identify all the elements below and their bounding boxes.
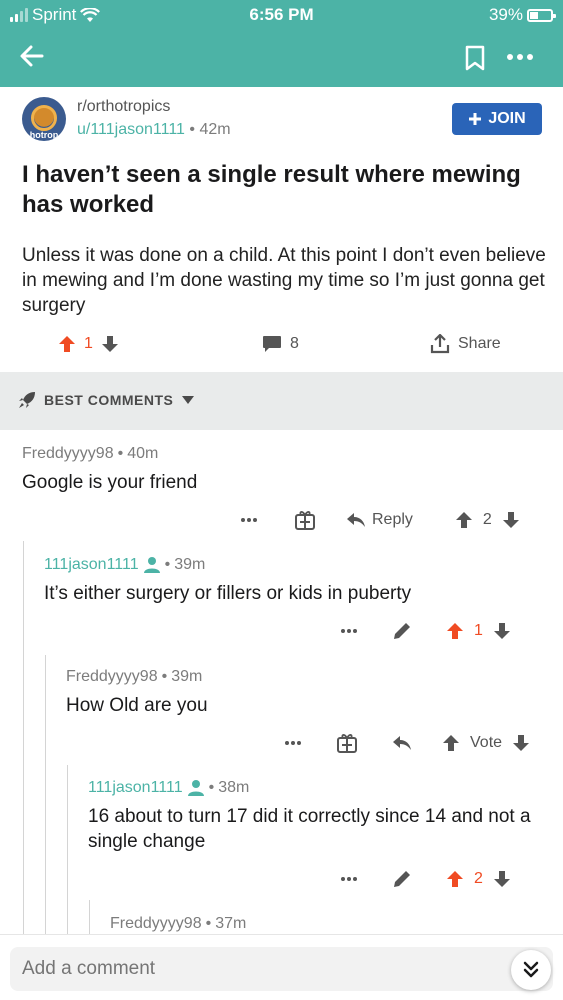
share-label: Share [458,335,501,352]
post-author-line: u/111jason1111 • 42m [77,121,231,138]
edit-icon[interactable] [392,621,412,641]
plus-icon [469,113,482,125]
upvote-icon[interactable] [446,870,464,888]
downvote-icon[interactable] [493,622,511,640]
award-icon[interactable] [336,732,358,754]
reply-icon[interactable] [392,735,412,751]
comment-actions: Reply 2 [240,507,520,533]
join-button[interactable]: JOIN [452,103,542,135]
more-icon[interactable] [340,628,358,634]
reply-button[interactable]: Reply [372,511,413,529]
sort-label: BEST COMMENTS [44,392,174,408]
thread-line [67,765,68,934]
upvote-icon[interactable] [442,734,460,752]
comment-age: 40m [127,445,159,462]
comment-author[interactable]: Freddyyyy98 [66,668,158,686]
post-vote-count: 1 [84,335,93,352]
comment: Freddyyyy98 • 40m Google is your friend [22,445,542,495]
comment-actions: 1 [340,618,511,644]
comment: 111jason1111 • 39m It’s either surgery o… [44,556,544,606]
post-title: I haven’t seen a single result where mew… [22,161,521,218]
comment-text: Google is your friend [22,472,198,493]
upvote-icon[interactable] [58,335,76,353]
more-icon[interactable] [284,740,302,746]
thread-line [45,655,46,934]
downvote-icon[interactable] [502,511,520,529]
post-comment-count: 8 [290,335,299,352]
comment-vote-count: 2 [474,870,483,887]
comment-text: How Old are you [66,695,208,716]
comment-author[interactable]: 111jason1111 [44,556,139,574]
comment: Freddyyyy98 • 37m [110,915,247,933]
comment-author[interactable]: Freddyyyy98 [110,915,202,933]
comment-actions: 2 [340,866,511,892]
battery: 39% [488,5,556,25]
op-user-icon [143,557,160,573]
vote-label: Vote [470,734,503,751]
post-comments-button[interactable]: 8 [262,330,299,358]
upvote-icon[interactable] [455,511,473,529]
top-bar: Sprint 6:56 PM 39% [0,0,563,87]
post-vote: 1 [58,330,119,358]
share-button[interactable]: Share [430,330,501,358]
comment-vote-count: 2 [482,511,492,528]
subreddit-name[interactable]: r/orthotropics [77,98,170,116]
post-age: 42m [199,121,231,138]
comment-text: It’s either surgery or fillers or kids i… [44,583,412,604]
downvote-icon[interactable] [512,734,530,752]
subreddit-avatar[interactable]: hotrop [22,97,66,141]
chevron-down-icon [182,396,195,404]
comment-icon [263,336,281,352]
comment-author[interactable]: 111jason1111 [88,779,183,797]
downvote-icon[interactable] [101,335,119,353]
share-icon [430,334,450,354]
rocket-icon [19,392,35,408]
battery-percent: 39% [488,5,523,24]
comment-age: 38m [218,779,250,796]
status-time: 6:56 PM [249,5,314,24]
comment-actions: Vote [284,730,530,756]
bookmark-icon[interactable] [464,45,486,71]
downvote-icon[interactable] [493,870,511,888]
sort-bar[interactable]: BEST COMMENTS [0,372,563,430]
comment: Freddyyyy98 • 39m How Old are you [66,668,546,718]
post-body: Unless it was done on a child. At this p… [22,245,546,316]
more-icon[interactable] [240,517,258,523]
more-icon[interactable] [340,876,358,882]
thread-line [23,541,24,934]
reply-icon[interactable] [346,512,366,528]
avatar-label: hotrop [29,130,59,140]
bottom-bar [0,934,563,1000]
arrow-left-icon[interactable] [18,42,46,70]
comment-age: 37m [215,915,247,932]
award-icon[interactable] [294,509,316,531]
add-comment-input[interactable] [10,947,553,991]
more-icon[interactable] [506,52,534,62]
op-user-icon [187,780,204,796]
join-label: JOIN [488,110,526,127]
status-bar: Sprint 6:56 PM 39% [0,0,563,30]
battery-icon [527,8,556,22]
comment-vote-count: 1 [474,622,483,639]
comment: 111jason1111 • 38m 16 about to turn 17 d… [88,779,543,854]
thread-line [89,900,90,934]
comment-text: 16 about to turn 17 did it correctly sin… [88,806,531,852]
scroll-down-button[interactable] [511,950,551,990]
double-chevron-down-icon [523,961,539,978]
comment-author[interactable]: Freddyyyy98 [22,445,114,463]
upvote-icon[interactable] [446,622,464,640]
post-actions: 1 8 Share [0,330,563,358]
edit-icon[interactable] [392,869,412,889]
post-author[interactable]: u/111jason1111 [77,121,185,138]
comment-age: 39m [174,556,206,573]
comment-age: 39m [171,668,203,685]
